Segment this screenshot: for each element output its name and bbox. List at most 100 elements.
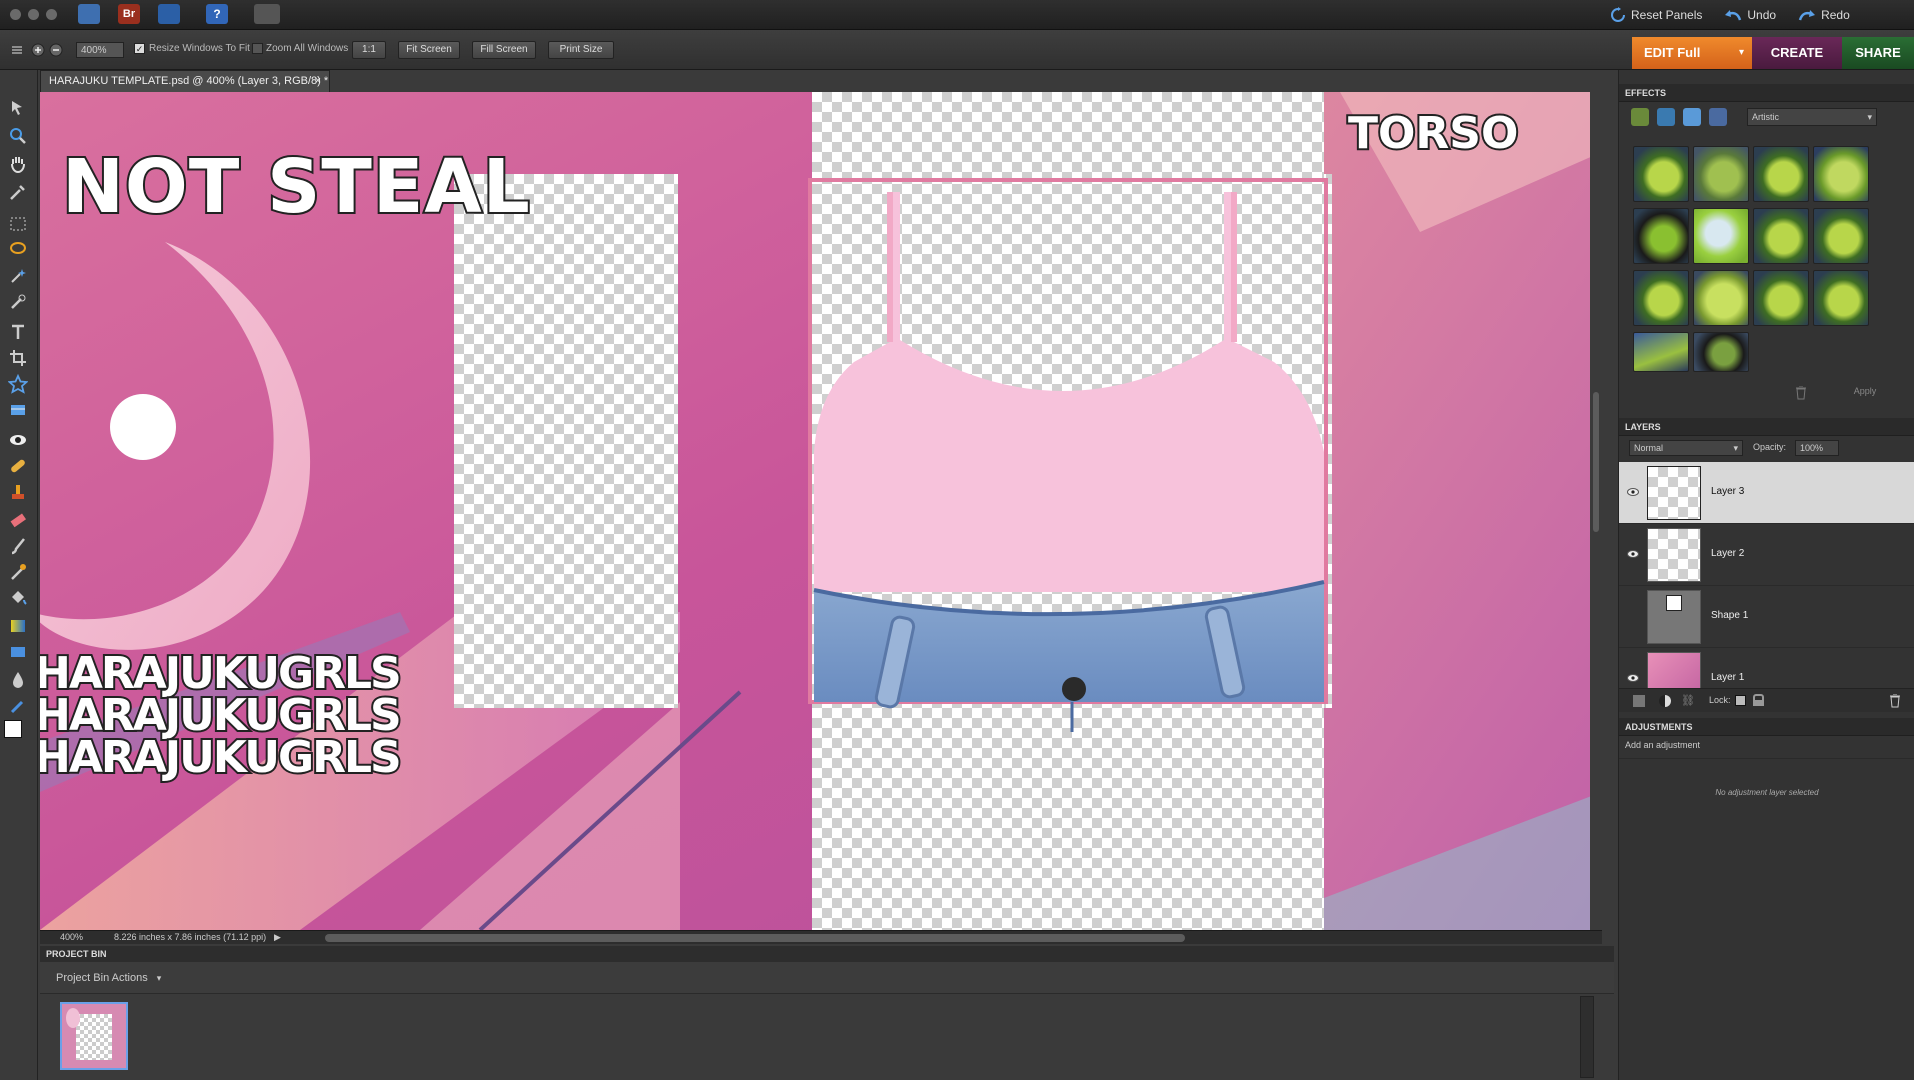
brush-tool-icon[interactable]: [8, 536, 28, 556]
zoom-in-icon[interactable]: [30, 42, 46, 58]
filters-icon[interactable]: [1631, 108, 1649, 126]
straighten-tool-icon[interactable]: [8, 400, 28, 420]
options-menu-icon[interactable]: [10, 43, 24, 57]
effect-thumbnail[interactable]: [1693, 208, 1749, 264]
sponge-tool-icon[interactable]: [8, 696, 28, 716]
layer-styles-icon[interactable]: [1657, 108, 1675, 126]
layers-list: Layer 3 Layer 2 Shape 1 Layer 1: [1619, 462, 1914, 722]
effect-thumbnail[interactable]: [1693, 146, 1749, 202]
new-file-icon[interactable]: [78, 4, 100, 24]
new-layer-icon[interactable]: [1633, 695, 1645, 707]
not-steal-text: NOT STEAL: [60, 142, 532, 232]
layer-row-layer-2[interactable]: Layer 2: [1619, 524, 1914, 586]
document-canvas[interactable]: NOT STEAL TORSO HARAJUKUGRLS HARAJUKUGRL…: [40, 92, 1602, 930]
fill-screen-button[interactable]: Fill Screen: [472, 41, 536, 59]
effect-thumbnail[interactable]: [1753, 270, 1809, 326]
move-tool-icon[interactable]: [8, 98, 28, 118]
magic-wand-tool-icon[interactable]: [8, 266, 28, 286]
layer-row-layer-3[interactable]: Layer 3: [1619, 462, 1914, 524]
visibility-eye-icon[interactable]: [1627, 674, 1639, 682]
link-layers-icon[interactable]: ⛓: [1681, 694, 1695, 707]
help-icon[interactable]: ?: [206, 4, 228, 24]
new-adjustment-layer-icon[interactable]: [1659, 695, 1671, 707]
effect-thumbnail[interactable]: [1633, 332, 1689, 372]
edit-full-tab[interactable]: EDIT Full ▾: [1632, 37, 1752, 69]
visibility-eye-icon[interactable]: [1627, 488, 1639, 496]
vertical-scroll-thumb[interactable]: [1593, 392, 1599, 532]
category-dropdown-icon: ▾: [1867, 112, 1872, 122]
zoom-tool-icon[interactable]: [8, 126, 28, 146]
resize-windows-checkbox[interactable]: ✓: [134, 43, 145, 54]
edit-full-label: EDIT Full: [1644, 45, 1701, 60]
effect-thumbnail[interactable]: [1753, 208, 1809, 264]
hand-tool-icon[interactable]: [8, 154, 28, 174]
type-tool-icon[interactable]: [8, 322, 28, 342]
undo-button[interactable]: Undo: [1724, 8, 1776, 22]
color-swatches[interactable]: [4, 720, 34, 750]
lasso-tool-icon[interactable]: [8, 240, 28, 260]
blend-mode-select[interactable]: Normal ▾: [1629, 440, 1743, 456]
canvas-vertical-scrollbar[interactable]: [1590, 92, 1602, 930]
blur-tool-icon[interactable]: [8, 670, 28, 690]
print-size-button[interactable]: Print Size: [548, 41, 614, 59]
create-tab[interactable]: CREATE: [1752, 37, 1842, 69]
effects-all-icon[interactable]: [1709, 108, 1727, 126]
red-eye-tool-icon[interactable]: [8, 430, 28, 450]
effect-thumbnail[interactable]: [1693, 270, 1749, 326]
visibility-eye-icon[interactable]: [1627, 550, 1639, 558]
window-zoom-dot[interactable]: [46, 9, 57, 20]
horizontal-scroll-thumb[interactable]: [325, 934, 1185, 942]
foreground-color-swatch[interactable]: [4, 720, 22, 738]
close-document-icon[interactable]: ×: [315, 71, 321, 91]
gradient-tool-icon[interactable]: [8, 616, 28, 636]
opacity-field[interactable]: 100%: [1795, 440, 1839, 456]
project-bin-thumbnail[interactable]: [60, 1002, 128, 1070]
document-tab[interactable]: HARAJUKU TEMPLATE.psd @ 400% (Layer 3, R…: [40, 70, 330, 92]
status-menu-arrow-icon[interactable]: ▶: [274, 931, 281, 944]
apply-effect-button[interactable]: Apply: [1835, 386, 1895, 396]
effect-thumbnail[interactable]: [1813, 270, 1869, 326]
window-close-dot[interactable]: [10, 9, 21, 20]
actual-pixels-button[interactable]: 1:1: [352, 41, 386, 59]
eyedropper-tool-icon[interactable]: [8, 182, 28, 202]
quick-selection-tool-icon[interactable]: [8, 292, 28, 312]
zoom-level-field[interactable]: [76, 42, 124, 58]
healing-brush-tool-icon[interactable]: [8, 456, 28, 476]
shape-tool-icon[interactable]: [8, 642, 28, 662]
project-bin-actions-bar[interactable]: Project Bin Actions ▾: [40, 962, 1614, 994]
zoom-out-icon[interactable]: [48, 42, 64, 58]
delete-effect-icon[interactable]: [1795, 386, 1807, 400]
lock-all-icon[interactable]: [1753, 694, 1764, 706]
window-minimize-dot[interactable]: [28, 9, 39, 20]
effect-thumbnail[interactable]: [1753, 146, 1809, 202]
bridge-icon[interactable]: Br: [118, 4, 140, 24]
layer-name: Layer 1: [1711, 672, 1745, 683]
effects-category-select[interactable]: Artistic ▾: [1747, 108, 1877, 126]
lock-transparency-icon[interactable]: [1735, 695, 1746, 706]
effect-thumbnail[interactable]: [1633, 146, 1689, 202]
effect-thumbnail[interactable]: [1633, 208, 1689, 264]
reset-panels-button[interactable]: Reset Panels: [1610, 7, 1702, 23]
photo-effects-icon[interactable]: [1683, 108, 1701, 126]
transparent-area-left-arm: [454, 174, 678, 708]
eraser-tool-icon[interactable]: [8, 510, 28, 530]
effect-thumbnail[interactable]: [1813, 146, 1869, 202]
workspace-layout-icon[interactable]: [254, 4, 280, 24]
effect-thumbnail[interactable]: [1693, 332, 1749, 372]
clone-stamp-tool-icon[interactable]: [8, 482, 28, 502]
project-bin-scrollbar[interactable]: [1580, 996, 1594, 1078]
delete-layer-icon[interactable]: [1889, 694, 1901, 708]
redo-button[interactable]: Redo: [1798, 8, 1850, 22]
zoom-all-windows-checkbox[interactable]: [252, 43, 263, 54]
smart-brush-tool-icon[interactable]: [8, 562, 28, 582]
paint-bucket-tool-icon[interactable]: [8, 588, 28, 608]
marquee-tool-icon[interactable]: [8, 214, 28, 234]
layer-row-shape-1[interactable]: Shape 1: [1619, 586, 1914, 648]
share-tab[interactable]: SHARE: [1842, 37, 1914, 69]
fit-screen-button[interactable]: Fit Screen: [398, 41, 460, 59]
save-icon[interactable]: [158, 4, 180, 24]
crop-tool-icon[interactable]: [8, 348, 28, 368]
cookie-cutter-tool-icon[interactable]: [8, 374, 28, 394]
effect-thumbnail[interactable]: [1633, 270, 1689, 326]
effect-thumbnail[interactable]: [1813, 208, 1869, 264]
